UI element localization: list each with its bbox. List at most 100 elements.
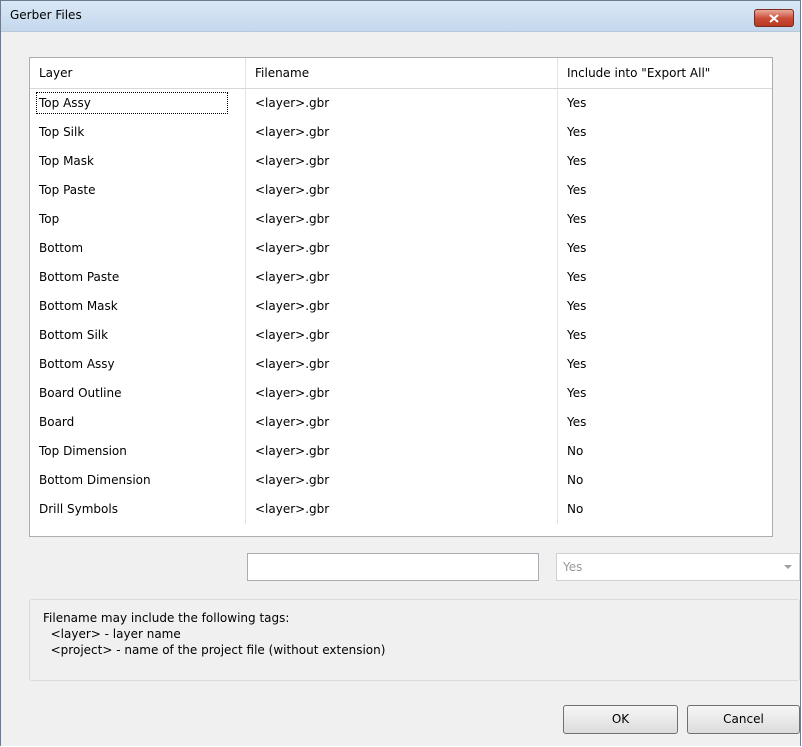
table-row[interactable]: Top Mask <layer>.gbr Yes (30, 147, 772, 176)
include-cell[interactable]: Yes (558, 350, 772, 379)
column-header-include[interactable]: Include into "Export All" (558, 58, 772, 88)
table-row[interactable]: Top <layer>.gbr Yes (30, 205, 772, 234)
table-row[interactable]: Bottom Assy <layer>.gbr Yes (30, 350, 772, 379)
include-cell-text: Yes (567, 212, 587, 226)
include-cell-text: Yes (567, 299, 587, 313)
include-export-select-value: Yes (563, 560, 583, 574)
layer-cell[interactable]: Top Paste (30, 176, 246, 205)
filename-cell[interactable]: <layer>.gbr (246, 379, 558, 408)
include-cell[interactable]: Yes (558, 147, 772, 176)
filename-cell-text: <layer>.gbr (255, 241, 330, 255)
layer-cell[interactable]: Board Outline (30, 379, 246, 408)
include-cell[interactable]: Yes (558, 176, 772, 205)
layer-cell-text: Bottom Dimension (39, 473, 151, 487)
filename-cell-text: <layer>.gbr (255, 473, 330, 487)
include-cell[interactable]: No (558, 466, 772, 495)
layer-cell-text: Top Mask (39, 154, 94, 168)
filename-cell-text: <layer>.gbr (255, 357, 330, 371)
filename-cell[interactable]: <layer>.gbr (246, 495, 558, 524)
table-row[interactable]: Bottom Silk <layer>.gbr Yes (30, 321, 772, 350)
include-cell-text: Yes (567, 328, 587, 342)
filename-cell[interactable]: <layer>.gbr (246, 292, 558, 321)
filename-cell-text: <layer>.gbr (255, 328, 330, 342)
table-row[interactable]: Drill Symbols <layer>.gbr No (30, 495, 772, 524)
info-line: <layer> - layer name (43, 627, 181, 641)
filename-cell[interactable]: <layer>.gbr (246, 263, 558, 292)
include-cell[interactable]: No (558, 495, 772, 524)
include-cell-text: Yes (567, 125, 587, 139)
include-cell[interactable]: Yes (558, 118, 772, 147)
filename-cell-text: <layer>.gbr (255, 386, 330, 400)
table-header: Layer Filename Include into "Export All" (30, 58, 772, 89)
filename-input[interactable] (247, 553, 539, 581)
include-cell-text: Yes (567, 241, 587, 255)
filename-cell[interactable]: <layer>.gbr (246, 118, 558, 147)
layer-cell-text: Top Paste (39, 183, 96, 197)
include-cell-text: No (567, 473, 584, 487)
close-button[interactable] (754, 9, 794, 27)
table-row[interactable]: Top Dimension <layer>.gbr No (30, 437, 772, 466)
filename-cell[interactable]: <layer>.gbr (246, 205, 558, 234)
filename-cell[interactable]: <layer>.gbr (246, 408, 558, 437)
layer-cell[interactable]: Bottom Dimension (30, 466, 246, 495)
filename-cell[interactable]: <layer>.gbr (246, 437, 558, 466)
layer-cell-text: Board (39, 415, 75, 429)
include-cell-text: No (567, 502, 584, 516)
gerber-files-dialog: Gerber Files Layer Filename Include into… (0, 0, 801, 746)
include-cell-text: Yes (567, 96, 587, 110)
layer-cell-text: Bottom Assy (39, 357, 115, 371)
include-cell[interactable]: Yes (558, 234, 772, 263)
ok-button[interactable]: OK (563, 705, 678, 734)
filename-cell[interactable]: <layer>.gbr (246, 234, 558, 263)
layer-cell[interactable]: Top Silk (30, 118, 246, 147)
include-cell[interactable]: No (558, 437, 772, 466)
filename-cell[interactable]: <layer>.gbr (246, 176, 558, 205)
column-header-filename[interactable]: Filename (246, 58, 558, 88)
layer-cell-text: Top (39, 212, 60, 226)
cancel-button[interactable]: Cancel (687, 705, 800, 734)
table-row[interactable]: Board Outline <layer>.gbr Yes (30, 379, 772, 408)
layer-cell[interactable]: Bottom Silk (30, 321, 246, 350)
info-line: Filename may include the following tags: (43, 611, 290, 625)
layer-cell-text: Board Outline (39, 386, 122, 400)
filename-cell[interactable]: <layer>.gbr (246, 147, 558, 176)
layer-cell[interactable]: Board (30, 408, 246, 437)
include-cell[interactable]: Yes (558, 292, 772, 321)
chevron-down-icon (784, 565, 792, 569)
window-title: Gerber Files (10, 8, 82, 22)
filename-cell[interactable]: <layer>.gbr (246, 350, 558, 379)
layer-cell[interactable]: Top Mask (30, 147, 246, 176)
filename-cell[interactable]: <layer>.gbr (246, 466, 558, 495)
include-cell[interactable]: Yes (558, 321, 772, 350)
include-cell[interactable]: Yes (558, 408, 772, 437)
layer-cell[interactable]: Bottom Paste (30, 263, 246, 292)
include-cell[interactable]: Yes (558, 263, 772, 292)
layer-cell[interactable]: Bottom Mask (30, 292, 246, 321)
include-cell[interactable]: Yes (558, 379, 772, 408)
table-row[interactable]: Bottom Paste <layer>.gbr Yes (30, 263, 772, 292)
layer-cell[interactable]: Top Dimension (30, 437, 246, 466)
layer-cell-text: Top Silk (39, 125, 85, 139)
include-export-select[interactable]: Yes (556, 553, 800, 581)
layer-cell[interactable]: Top Assy (30, 89, 246, 118)
filename-cell[interactable]: <layer>.gbr (246, 89, 558, 118)
layer-cell[interactable]: Bottom (30, 234, 246, 263)
table-row[interactable]: Bottom Mask <layer>.gbr Yes (30, 292, 772, 321)
layer-cell[interactable]: Bottom Assy (30, 350, 246, 379)
include-cell[interactable]: Yes (558, 205, 772, 234)
close-icon (769, 13, 779, 23)
include-cell-text: Yes (567, 386, 587, 400)
table-row[interactable]: Top Silk <layer>.gbr Yes (30, 118, 772, 147)
filename-cell-text: <layer>.gbr (255, 125, 330, 139)
filename-cell[interactable]: <layer>.gbr (246, 321, 558, 350)
include-cell[interactable]: Yes (558, 89, 772, 118)
layer-cell-text: Bottom Mask (39, 299, 118, 313)
layer-cell[interactable]: Top (30, 205, 246, 234)
table-row[interactable]: Bottom Dimension <layer>.gbr No (30, 466, 772, 495)
table-row[interactable]: Bottom <layer>.gbr Yes (30, 234, 772, 263)
table-row[interactable]: Board <layer>.gbr Yes (30, 408, 772, 437)
layer-cell[interactable]: Drill Symbols (30, 495, 246, 524)
column-header-layer[interactable]: Layer (30, 58, 246, 88)
table-row[interactable]: Top Assy <layer>.gbr Yes (30, 89, 772, 118)
table-row[interactable]: Top Paste <layer>.gbr Yes (30, 176, 772, 205)
